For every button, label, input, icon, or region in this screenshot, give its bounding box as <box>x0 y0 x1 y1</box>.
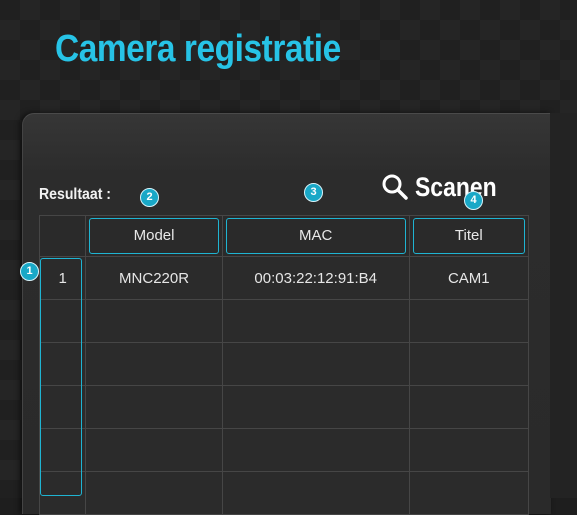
callout-badge-2: 2 <box>140 188 159 207</box>
panel-edge <box>550 113 577 498</box>
page-title: Camera registratie <box>55 28 341 70</box>
callout-badge-1: 1 <box>20 262 39 281</box>
cell-mac <box>221 428 410 472</box>
scan-label: Scanen <box>415 171 497 202</box>
table-row[interactable] <box>38 299 530 343</box>
search-icon <box>382 174 408 200</box>
cell-model <box>85 471 223 515</box>
table-row[interactable]: 1 MNC220R 00:03:22:12:91:B4 CAM1 <box>38 256 530 300</box>
cell-mac <box>221 471 410 515</box>
column-header-index <box>38 215 87 257</box>
cell-index <box>38 471 87 515</box>
table-row[interactable] <box>38 342 530 386</box>
title-header-label: Titel <box>412 218 525 254</box>
cell-title <box>408 385 530 429</box>
result-table: Model MAC Titel 1 MNC220R 00:03:22:12:91… <box>38 215 530 515</box>
cell-model <box>85 385 223 429</box>
cell-title <box>408 342 530 386</box>
callout-badge-4: 4 <box>464 191 483 210</box>
cell-model <box>85 342 223 386</box>
scan-button[interactable]: Scanen <box>381 170 511 204</box>
cell-title <box>408 299 530 343</box>
table-header-row: Model MAC Titel <box>38 215 530 257</box>
cell-title <box>408 471 530 515</box>
column-header-mac[interactable]: MAC <box>221 215 410 257</box>
mac-header-label: MAC <box>225 218 406 254</box>
cell-title: CAM1 <box>408 256 530 300</box>
cell-mac <box>221 299 410 343</box>
table-row[interactable] <box>38 471 530 515</box>
cell-index <box>38 342 87 386</box>
cell-index <box>38 428 87 472</box>
table-row[interactable] <box>38 385 530 429</box>
result-label: Resultaat : <box>39 186 111 203</box>
cell-mac <box>221 342 410 386</box>
cell-index <box>38 299 87 343</box>
column-header-title[interactable]: Titel <box>408 215 530 257</box>
model-header-label: Model <box>89 218 219 254</box>
cell-model <box>85 299 223 343</box>
table-row[interactable] <box>38 428 530 472</box>
cell-model <box>85 428 223 472</box>
cell-model: MNC220R <box>85 256 223 300</box>
cell-index: 1 <box>38 256 87 300</box>
cell-mac: 00:03:22:12:91:B4 <box>221 256 410 300</box>
cell-title <box>408 428 530 472</box>
callout-badge-3: 3 <box>304 183 323 202</box>
column-header-model[interactable]: Model <box>85 215 223 257</box>
cell-index <box>38 385 87 429</box>
cell-mac <box>221 385 410 429</box>
